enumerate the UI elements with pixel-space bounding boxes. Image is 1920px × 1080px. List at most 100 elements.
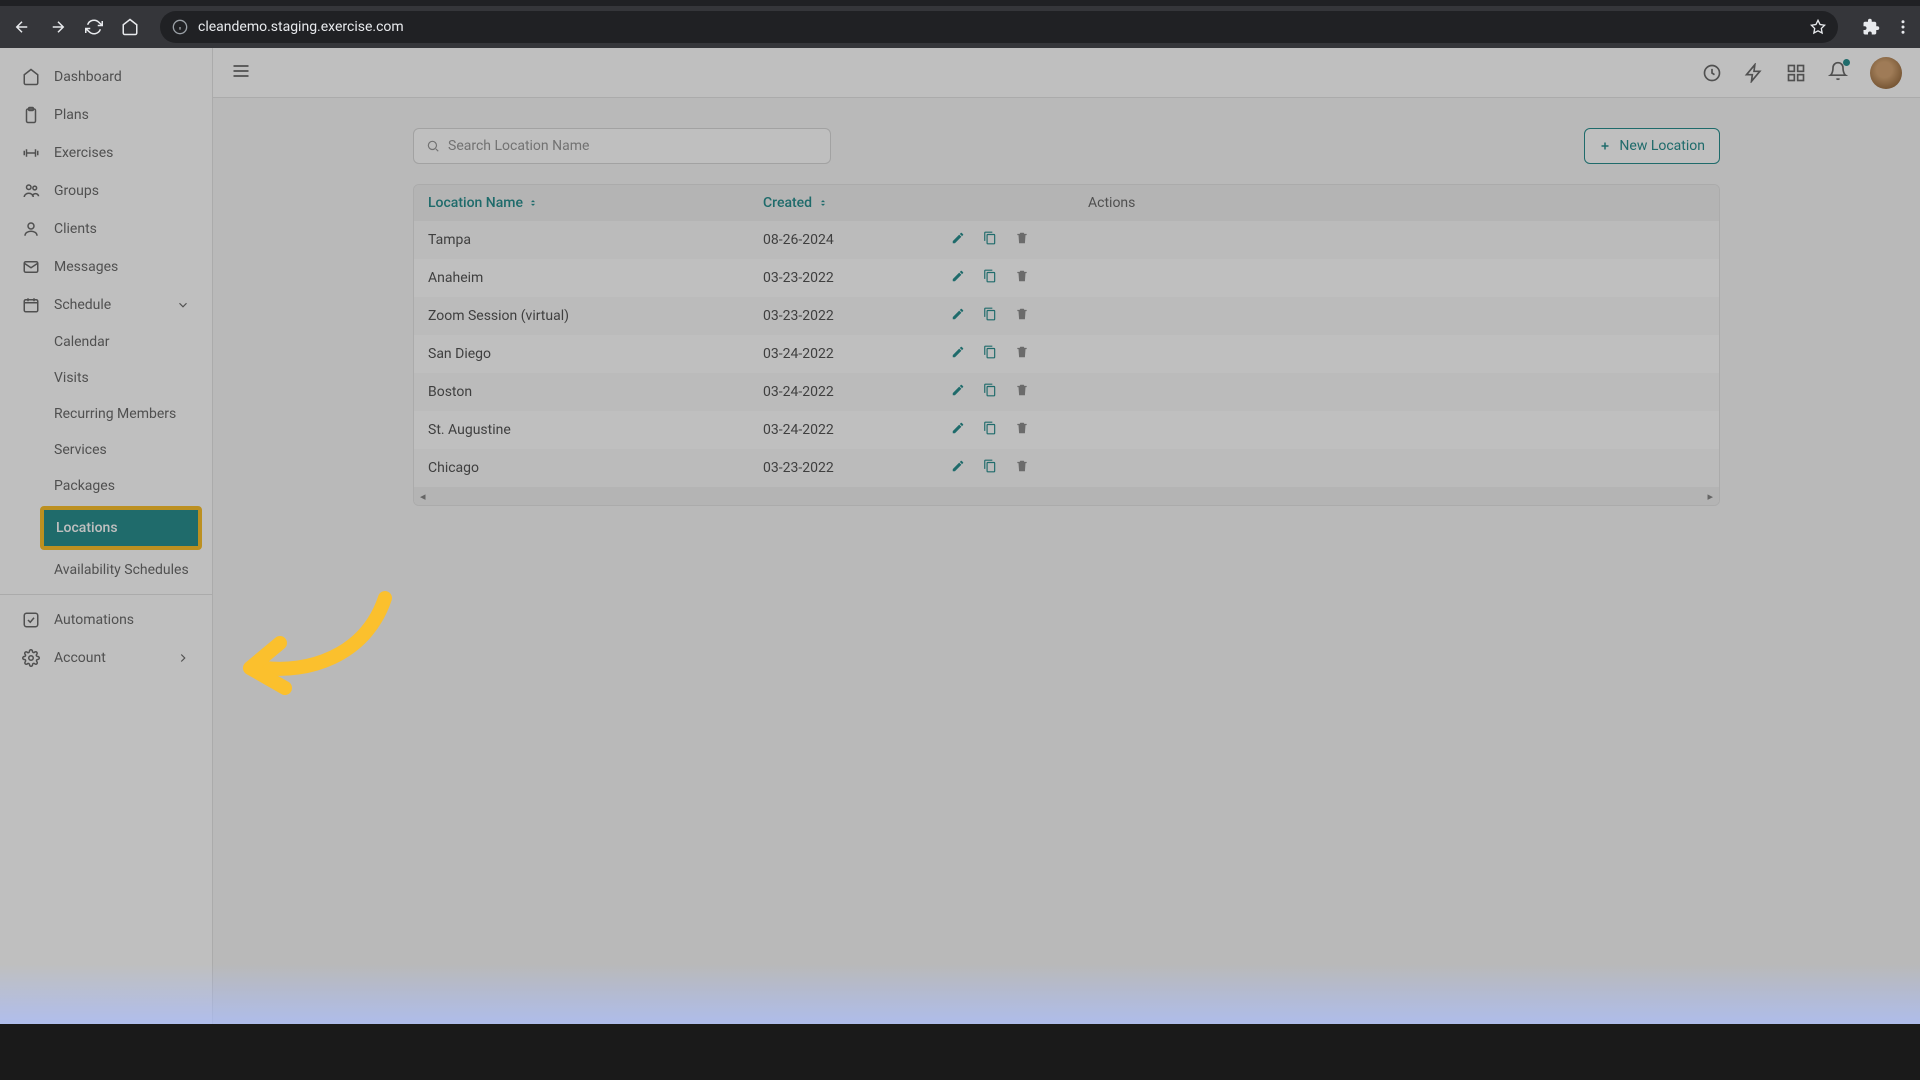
table-row: Boston03-24-2022 xyxy=(414,373,1719,411)
search-icon xyxy=(426,139,440,153)
copy-button[interactable] xyxy=(983,383,997,401)
avatar[interactable] xyxy=(1870,57,1902,89)
cell-created: 03-24-2022 xyxy=(763,422,951,438)
calendar-icon xyxy=(22,296,40,314)
menu-dots-icon[interactable] xyxy=(1894,18,1912,36)
table-row: Tampa08-26-2024 xyxy=(414,221,1719,259)
sidebar-item-label: Plans xyxy=(54,107,89,123)
sidebar-item-label: Groups xyxy=(54,183,99,199)
user-icon xyxy=(22,220,40,238)
sidebar-item-clients[interactable]: Clients xyxy=(0,210,212,248)
groups-icon xyxy=(22,182,40,200)
star-icon[interactable] xyxy=(1810,19,1826,35)
sidebar-item-groups[interactable]: Groups xyxy=(0,172,212,210)
sidebar-item-automations[interactable]: Automations xyxy=(0,601,212,639)
sidebar-item-label: Automations xyxy=(54,612,134,628)
info-icon xyxy=(172,19,188,35)
sidebar-sub-calendar[interactable]: Calendar xyxy=(0,324,212,360)
bolt-icon[interactable] xyxy=(1744,63,1764,83)
home-icon xyxy=(22,68,40,86)
edit-button[interactable] xyxy=(951,459,965,477)
scroll-right-icon[interactable]: ▸ xyxy=(1707,490,1713,503)
check-icon xyxy=(22,611,40,629)
cell-name: Anaheim xyxy=(428,270,763,286)
sidebar-sub-availability[interactable]: Availability Schedules xyxy=(0,552,212,588)
delete-button[interactable] xyxy=(1015,231,1029,249)
cell-name: Tampa xyxy=(428,232,763,248)
notifications-button[interactable] xyxy=(1828,61,1848,85)
delete-button[interactable] xyxy=(1015,383,1029,401)
edit-button[interactable] xyxy=(951,307,965,325)
sidebar-item-label: Messages xyxy=(54,259,118,275)
sidebar-item-plans[interactable]: Plans xyxy=(0,96,212,134)
cell-created: 03-23-2022 xyxy=(763,270,951,286)
topbar xyxy=(213,48,1920,98)
apps-icon[interactable] xyxy=(1786,63,1806,83)
cell-created: 03-23-2022 xyxy=(763,460,951,476)
delete-button[interactable] xyxy=(1015,345,1029,363)
cell-created: 03-24-2022 xyxy=(763,346,951,362)
table-row: San Diego03-24-2022 xyxy=(414,335,1719,373)
cell-name: Chicago xyxy=(428,460,763,476)
scroll-left-icon[interactable]: ◂ xyxy=(420,490,426,503)
extensions-icon[interactable] xyxy=(1862,18,1880,36)
copy-button[interactable] xyxy=(983,421,997,439)
edit-button[interactable] xyxy=(951,269,965,287)
sidebar-item-label: Clients xyxy=(54,221,97,237)
delete-button[interactable] xyxy=(1015,459,1029,477)
edit-button[interactable] xyxy=(951,421,965,439)
cell-created: 03-24-2022 xyxy=(763,384,951,400)
plus-icon xyxy=(1599,140,1611,152)
search-input[interactable] xyxy=(448,138,818,154)
table-row: St. Augustine03-24-2022 xyxy=(414,411,1719,449)
sidebar-sub-visits[interactable]: Visits xyxy=(0,360,212,396)
chevron-down-icon xyxy=(176,298,190,312)
url-bar[interactable]: cleandemo.staging.exercise.com xyxy=(160,11,1838,43)
sidebar-sub-services[interactable]: Services xyxy=(0,432,212,468)
reload-button[interactable] xyxy=(80,13,108,41)
sidebar-item-label: Dashboard xyxy=(54,69,122,85)
th-created[interactable]: Created xyxy=(763,195,1088,211)
sidebar-item-account[interactable]: Account xyxy=(0,639,212,677)
edit-button[interactable] xyxy=(951,345,965,363)
sidebar-sub-locations[interactable]: Locations xyxy=(40,506,202,550)
browser-toolbar: cleandemo.staging.exercise.com xyxy=(0,6,1920,48)
search-input-wrap[interactable] xyxy=(413,128,831,164)
home-button[interactable] xyxy=(116,13,144,41)
sidebar-item-messages[interactable]: Messages xyxy=(0,248,212,286)
delete-button[interactable] xyxy=(1015,269,1029,287)
table-row: Chicago03-23-2022 xyxy=(414,449,1719,487)
mail-icon xyxy=(22,258,40,276)
copy-button[interactable] xyxy=(983,269,997,287)
new-location-button[interactable]: New Location xyxy=(1584,128,1720,164)
copy-button[interactable] xyxy=(983,307,997,325)
edit-button[interactable] xyxy=(951,383,965,401)
copy-button[interactable] xyxy=(983,459,997,477)
table-row: Anaheim03-23-2022 xyxy=(414,259,1719,297)
cell-name: San Diego xyxy=(428,346,763,362)
edit-button[interactable] xyxy=(951,231,965,249)
cell-created: 08-26-2024 xyxy=(763,232,951,248)
sidebar-item-schedule[interactable]: Schedule xyxy=(0,286,212,324)
clipboard-icon xyxy=(22,106,40,124)
th-actions: Actions xyxy=(1088,195,1135,211)
sort-icon xyxy=(818,198,828,208)
sidebar-item-label: Schedule xyxy=(54,297,111,313)
sidebar-item-exercises[interactable]: Exercises xyxy=(0,134,212,172)
hamburger-button[interactable] xyxy=(231,61,251,85)
back-button[interactable] xyxy=(8,13,36,41)
forward-button[interactable] xyxy=(44,13,72,41)
sidebar-item-dashboard[interactable]: Dashboard xyxy=(0,58,212,96)
delete-button[interactable] xyxy=(1015,421,1029,439)
table-footer: ◂▸ xyxy=(414,487,1719,505)
sidebar-sub-packages[interactable]: Packages xyxy=(0,468,212,504)
gear-icon xyxy=(22,649,40,667)
cell-name: Boston xyxy=(428,384,763,400)
clock-icon[interactable] xyxy=(1702,63,1722,83)
th-location-name[interactable]: Location Name xyxy=(428,195,763,211)
sidebar-item-label: Exercises xyxy=(54,145,113,161)
copy-button[interactable] xyxy=(983,345,997,363)
copy-button[interactable] xyxy=(983,231,997,249)
delete-button[interactable] xyxy=(1015,307,1029,325)
sidebar-sub-recurring[interactable]: Recurring Members xyxy=(0,396,212,432)
